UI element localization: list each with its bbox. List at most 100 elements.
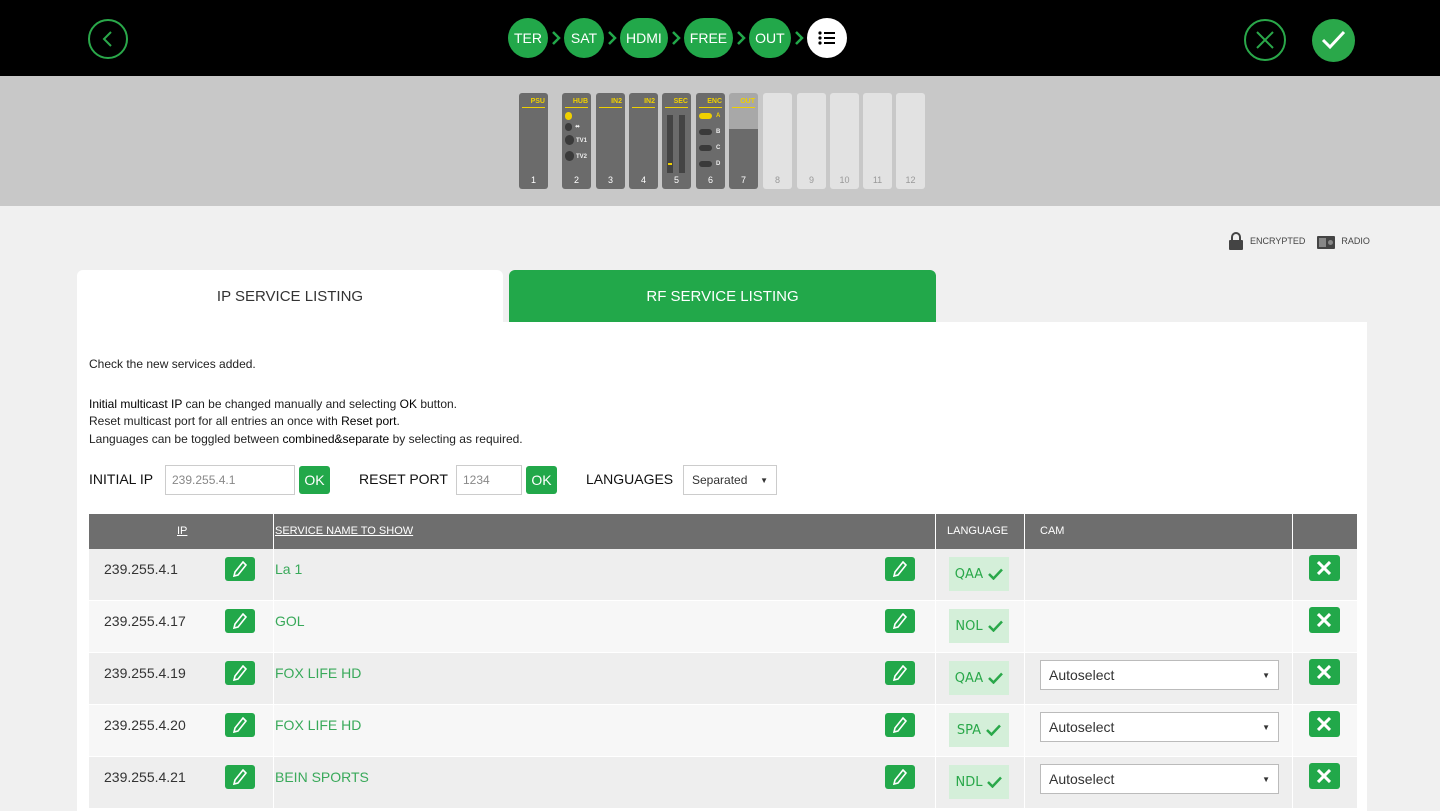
table-row: 239.255.4.21 BEIN SPORTS NDL Autoselect ▼: [89, 757, 1357, 809]
rack-slot-8[interactable]: 8: [763, 93, 792, 189]
rack-slot-1[interactable]: PSU 1: [519, 93, 548, 189]
cam-select[interactable]: Autoselect ▼: [1040, 712, 1279, 742]
close-icon: [1317, 561, 1331, 575]
step-sat[interactable]: SAT: [564, 18, 604, 58]
language-toggle[interactable]: NDL: [949, 765, 1009, 799]
row-service-name: La 1: [275, 561, 303, 577]
legend-radio: RADIO: [1341, 236, 1370, 246]
slot-number: 7: [740, 175, 746, 185]
help-text: Languages can be toggled between: [89, 432, 283, 446]
rack-slot-9[interactable]: 9: [797, 93, 826, 189]
hdmi-port-icon: [565, 112, 572, 120]
delete-row-button[interactable]: [1309, 607, 1340, 633]
pencil-icon: [233, 665, 247, 681]
tv1-port: [565, 135, 574, 145]
initial-ip-ok-button[interactable]: OK: [299, 466, 330, 494]
edit-name-button[interactable]: [885, 713, 915, 737]
language-toggle[interactable]: QAA: [949, 661, 1009, 695]
step-free[interactable]: FREE: [683, 18, 734, 58]
rack-slot-2[interactable]: HUB ⬌ TV1 TV2 2: [562, 93, 591, 189]
language-code: NDL: [955, 774, 983, 790]
slot-label: IN2: [611, 98, 622, 105]
chevron-right-icon: [733, 30, 749, 46]
rack-slot-11[interactable]: 11: [863, 93, 892, 189]
delete-row-button[interactable]: [1309, 711, 1340, 737]
slot-number: 6: [707, 175, 713, 185]
edit-ip-button[interactable]: [225, 609, 255, 633]
rack-slot-4[interactable]: IN2 4: [629, 93, 658, 189]
port-label: TV2: [576, 154, 588, 160]
pencil-icon: [233, 717, 247, 733]
slot-number: 9: [808, 175, 814, 185]
delete-row-button[interactable]: [1309, 763, 1340, 789]
slot-label: HUB: [572, 98, 588, 105]
column-cam: CAM: [1040, 525, 1065, 537]
reset-port-input[interactable]: 1234: [456, 465, 522, 495]
check-icon: [986, 724, 1001, 736]
check-icon: [987, 620, 1003, 632]
delete-row-button[interactable]: [1309, 555, 1340, 581]
usb-icon: ⬌: [575, 124, 581, 130]
step-hdmi[interactable]: HDMI: [620, 18, 668, 58]
edit-name-button[interactable]: [885, 557, 915, 581]
help-line-2: Initial multicast IP can be changed manu…: [89, 397, 457, 411]
step-ter[interactable]: TER: [508, 18, 548, 58]
confirm-button[interactable]: [1312, 19, 1355, 62]
column-service-name[interactable]: SERVICE NAME TO SHOW: [275, 514, 413, 549]
rack-panel: PSU 1 HUB ⬌ TV1 TV2 2 IN2 3 IN2 4 SEC 5 …: [0, 76, 1440, 206]
check-icon: [988, 568, 1004, 580]
pencil-icon: [893, 769, 907, 785]
column-ip[interactable]: IP: [177, 514, 187, 549]
edit-ip-button[interactable]: [225, 765, 255, 789]
step-list-current[interactable]: [806, 18, 847, 58]
port-label: A: [716, 113, 721, 119]
edit-ip-button[interactable]: [225, 557, 255, 581]
edit-name-button[interactable]: [885, 661, 915, 685]
tv2-port: [565, 151, 574, 161]
check-icon: [1321, 30, 1346, 50]
slot-label: SEC: [673, 98, 688, 105]
language-toggle[interactable]: NOL: [949, 609, 1009, 643]
edit-name-button[interactable]: [885, 765, 915, 789]
delete-row-button[interactable]: [1309, 659, 1340, 685]
table-header: IP SERVICE NAME TO SHOW LANGUAGE CAM: [89, 514, 1357, 549]
port-label: D: [716, 161, 721, 167]
back-button[interactable]: [88, 19, 128, 59]
rack-slot-3[interactable]: IN2 3: [596, 93, 625, 189]
tab-ip-service-listing[interactable]: IP SERVICE LISTING: [77, 270, 503, 322]
help-line-3: Reset multicast port for all entries an …: [89, 414, 400, 428]
close-icon: [1317, 665, 1331, 679]
languages-select[interactable]: Separated ▼: [683, 465, 777, 495]
reset-port-ok-button[interactable]: OK: [526, 466, 557, 494]
pencil-icon: [233, 561, 247, 577]
port-label: B: [716, 129, 721, 135]
chevron-right-icon: [791, 30, 807, 46]
edit-ip-button[interactable]: [225, 661, 255, 685]
encoder-port-d: [699, 161, 712, 167]
languages-label: LANGUAGES: [586, 471, 674, 487]
tab-rf-service-listing[interactable]: RF SERVICE LISTING: [509, 270, 936, 322]
cam-select[interactable]: Autoselect ▼: [1040, 764, 1279, 794]
rack-slot-7[interactable]: OUT 7: [729, 93, 758, 189]
initial-ip-input[interactable]: 239.255.4.1: [165, 465, 295, 495]
step-out[interactable]: OUT: [749, 18, 791, 58]
edit-name-button[interactable]: [885, 609, 915, 633]
cam-select[interactable]: Autoselect ▼: [1040, 660, 1279, 690]
language-toggle[interactable]: SPA: [949, 713, 1009, 747]
table-row: 239.255.4.1 La 1 QAA: [89, 549, 1357, 601]
rack-slot-5[interactable]: SEC 5: [662, 93, 691, 189]
check-icon: [987, 776, 1003, 788]
row-ip: 239.255.4.21: [104, 769, 186, 785]
language-toggle[interactable]: QAA: [949, 557, 1009, 591]
cancel-button[interactable]: [1244, 19, 1286, 61]
row-ip: 239.255.4.1: [104, 561, 178, 577]
rack-slot-10[interactable]: 10: [830, 93, 859, 189]
edit-ip-button[interactable]: [225, 713, 255, 737]
slot-label: PSU: [530, 98, 545, 105]
slot-number: 4: [640, 175, 646, 185]
rack-slot-12[interactable]: 12: [896, 93, 925, 189]
help-bold: combined&separate: [282, 432, 390, 446]
legend-encrypted: ENCRYPTED: [1250, 236, 1306, 246]
rack-slot-6[interactable]: ENC A B C D 6: [696, 93, 725, 189]
slot-number: 5: [673, 175, 679, 185]
